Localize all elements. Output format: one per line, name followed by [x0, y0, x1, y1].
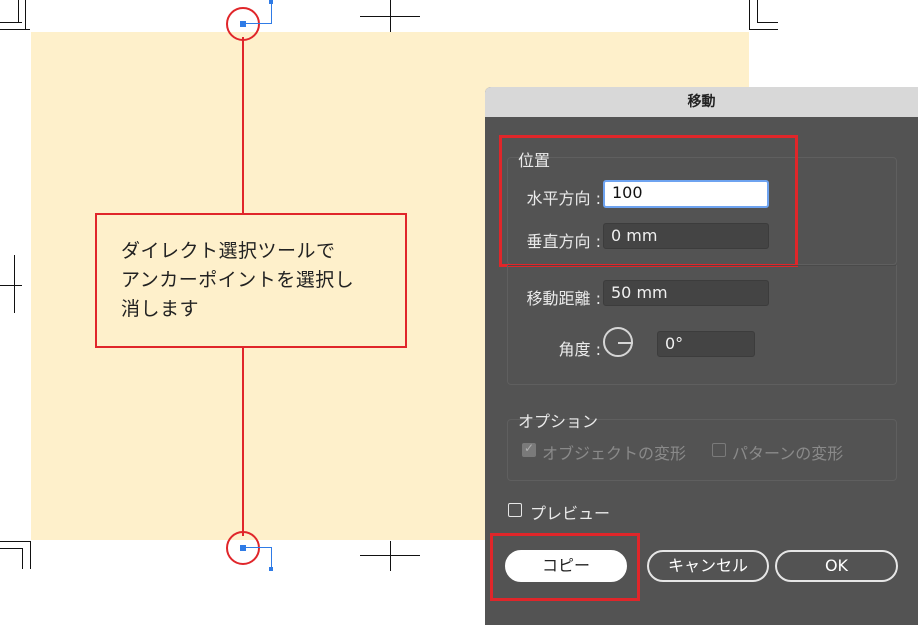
preview-label[interactable]: プレビュー	[530, 500, 610, 524]
crop-mark	[25, 0, 26, 30]
callout-line: アンカーポイントを選択し	[121, 269, 355, 291]
direction-handle	[246, 547, 272, 548]
handle-point[interactable]	[269, 0, 273, 4]
crop-mark	[0, 22, 22, 23]
cancel-button[interactable]: キャンセル	[647, 550, 769, 582]
transform-objects-label[interactable]: オブジェクトの変形	[542, 440, 686, 464]
crop-mark	[0, 285, 22, 286]
direction-handle	[246, 23, 272, 24]
dialog-title: 移動	[485, 87, 918, 117]
crop-mark	[0, 541, 30, 542]
move-dialog: 移動 位置 水平方向 : 100 垂直方向 : 0 mm 移動距離 : 50 m…	[485, 87, 918, 625]
ok-button[interactable]: OK	[775, 550, 898, 582]
options-section-label: オプション	[518, 412, 599, 431]
angle-input[interactable]: 0°	[657, 331, 755, 357]
crop-mark	[14, 255, 15, 313]
crop-mark	[757, 22, 778, 23]
transform-patterns-checkbox[interactable]	[712, 443, 726, 457]
crop-mark	[750, 29, 778, 30]
crop-mark	[390, 541, 391, 571]
angle-label: 角度 :	[558, 340, 601, 359]
crop-mark	[0, 548, 22, 549]
anchor-point[interactable]	[240, 21, 246, 27]
path-segment	[242, 347, 244, 536]
crop-mark	[390, 0, 391, 32]
crop-mark	[757, 0, 758, 22]
path-segment	[242, 37, 244, 215]
crop-mark	[18, 0, 19, 22]
handle-point[interactable]	[269, 567, 273, 571]
anchor-point[interactable]	[240, 545, 246, 551]
crop-mark	[30, 541, 31, 569]
direction-handle	[271, 2, 272, 24]
distance-input[interactable]: 50 mm	[603, 280, 769, 306]
preview-checkbox[interactable]	[508, 503, 522, 517]
callout-line: ダイレクト選択ツールで	[121, 240, 336, 262]
angle-dial-icon[interactable]	[603, 327, 633, 357]
callout-line: 消します	[121, 298, 200, 320]
transform-objects-checkbox[interactable]	[522, 441, 536, 457]
position-highlight-frame	[499, 135, 798, 267]
copy-button[interactable]: コピー	[505, 550, 627, 582]
transform-patterns-label[interactable]: パターンの変形	[732, 440, 843, 464]
direction-handle	[271, 547, 272, 569]
distance-label: 移動距離 :	[526, 289, 601, 308]
crop-mark	[22, 548, 23, 569]
instruction-callout: ダイレクト選択ツールで アンカーポイントを選択し 消します	[95, 213, 407, 348]
angle-dial-needle	[618, 342, 633, 344]
crop-mark	[749, 0, 750, 30]
